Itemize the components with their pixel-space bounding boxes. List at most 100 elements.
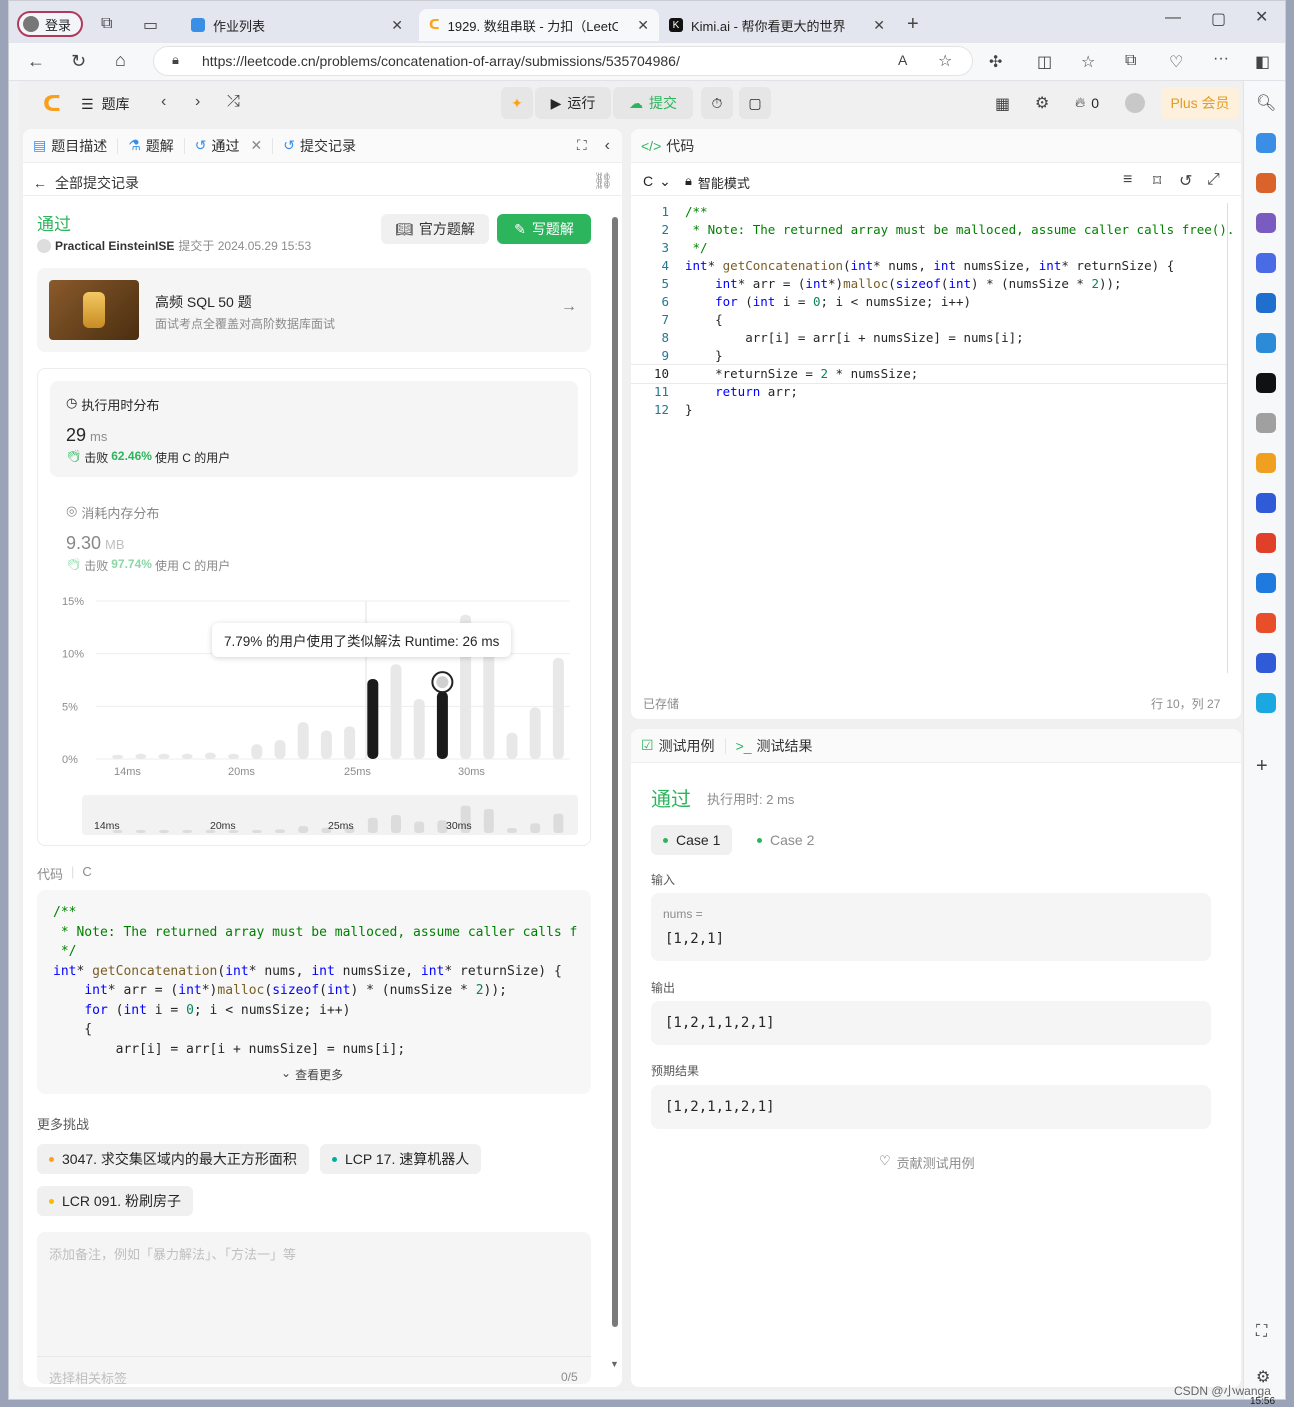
settings-gear-icon[interactable]: ⚙ (1035, 93, 1049, 113)
tab-submissions[interactable]: ↺ 提交记录 (273, 137, 366, 154)
layout-icon[interactable]: ▦ (995, 94, 1010, 114)
line-code: arr[i] = arr[i + numsSize] = nums[i]; (685, 330, 1024, 345)
baidu-paw-icon[interactable] (1256, 653, 1276, 673)
runtime-card[interactable]: ◷ 执行用时分布 29 ms 👏︎ 击败 62.46% 使用 C 的用户 (50, 381, 578, 477)
sql-promo-card[interactable]: 高频 SQL 50 题 面试考点全覆盖对高阶数据库面试 → (37, 268, 591, 352)
tag-selector[interactable]: 选择相关标签 (49, 1368, 127, 1386)
leetcode-logo-icon[interactable]: ᑕ (43, 91, 61, 117)
close-icon[interactable]: ✕ (391, 17, 403, 34)
challenge-chip[interactable]: 3047. 求交集区域内的最大正方形面积 (37, 1144, 309, 1174)
tab-test-result[interactable]: >_ 测试结果 (726, 738, 823, 754)
search-icon[interactable]: 🔍︎ (1256, 93, 1276, 113)
bird-icon[interactable] (1256, 413, 1276, 433)
fullscreen-icon[interactable]: ⛶ (577, 137, 587, 154)
submit-button[interactable]: ☁ 提交 (613, 87, 693, 119)
close-window-icon[interactable]: ✕ (1255, 7, 1268, 27)
tab-solutions[interactable]: ⚗ 题解 (118, 137, 185, 154)
close-icon[interactable]: ✕ (873, 17, 885, 34)
next-problem-icon[interactable]: › (195, 93, 200, 111)
screenshot-icon[interactable]: ⛶ (1256, 1323, 1267, 1341)
outlook-icon[interactable] (1256, 293, 1276, 313)
tab-leetcode[interactable]: ᑕ 1929. 数组串联 - 力扣（LeetCode） ✕ (419, 9, 659, 41)
game-icon[interactable] (1256, 453, 1276, 473)
random-problem-icon[interactable]: ⤮ (227, 93, 240, 111)
health-icon[interactable]: ♡ (1169, 52, 1183, 72)
weibo-icon[interactable] (1256, 533, 1276, 553)
csdn-icon[interactable] (1256, 613, 1276, 633)
zhihu-icon[interactable] (1256, 573, 1276, 593)
user-avatar[interactable] (1125, 93, 1145, 113)
bilibili-icon[interactable] (1256, 693, 1276, 713)
more-icon[interactable]: ··· (1213, 50, 1229, 68)
toolbox-icon[interactable] (1256, 173, 1276, 193)
official-solution-button[interactable]: 📖︎ 官方题解 (381, 214, 489, 244)
url-input[interactable]: 🔒︎ https://leetcode.cn/problems/concaten… (153, 46, 973, 76)
baidu-icon[interactable] (1256, 493, 1276, 513)
taskbar-clock: 15:56 (1250, 1396, 1276, 1407)
copilot-icon[interactable] (1256, 253, 1276, 273)
favorites-icon[interactable]: ☆ (1081, 52, 1095, 72)
minimize-icon[interactable]: — (1165, 9, 1181, 27)
login-button[interactable]: 登录 (17, 11, 83, 37)
people-icon[interactable] (1256, 213, 1276, 233)
back-to-submissions[interactable]: ← 全部提交记录 (33, 173, 139, 193)
favorite-star-icon[interactable]: ☆ (938, 51, 952, 71)
tab-accepted[interactable]: ↺ 通过 ✕ (185, 137, 274, 154)
case-1-tab[interactable]: Case 1 (651, 825, 733, 855)
distribution-bar (297, 722, 309, 759)
new-tab-icon[interactable]: + (907, 13, 919, 36)
case-2-tab[interactable]: Case 2 (745, 825, 826, 855)
sidebar-toggle-icon[interactable]: ◧ (1255, 52, 1270, 72)
reset-icon[interactable]: ↺ (1179, 171, 1192, 191)
tab-actions-icon[interactable]: ▭ (143, 15, 158, 35)
back-icon[interactable]: ← (27, 51, 45, 72)
bookmark-icon[interactable]: ⌑ (1153, 171, 1161, 191)
workspaces-icon[interactable]: ⧉ (101, 15, 112, 33)
maximize-icon[interactable]: ▢ (1211, 9, 1226, 29)
tab-homework[interactable]: 作业列表 ✕ (181, 9, 413, 41)
memory-card[interactable]: ◎ 消耗内存分布 9.30 MB 👏︎ 击败 97.74% 使用 C 的用户 (50, 489, 578, 579)
notes-button[interactable]: ▢ (739, 87, 771, 119)
read-aloud-icon[interactable]: A (898, 52, 907, 68)
refresh-icon[interactable]: ↻ (71, 51, 86, 72)
submitted-code-block[interactable]: /** * Note: The returned array must be m… (37, 890, 591, 1094)
problem-bank-button[interactable]: ☰ 题库 (81, 94, 130, 114)
code-editor[interactable]: 1 /** 2 * Note: The returned array must be… (631, 203, 1234, 683)
see-more-button[interactable]: ⌄ 查看更多 (281, 1066, 343, 1083)
tab-code[interactable]: </> 代码 (631, 138, 704, 154)
tab-description[interactable]: ▤ 题目描述 (23, 137, 119, 154)
debug-button[interactable]: ✦ (501, 87, 533, 119)
challenge-chip[interactable]: LCP 17. 速算机器人 (320, 1144, 482, 1174)
streak-counter[interactable]: 🔥︎ 0 (1075, 94, 1099, 111)
collections-icon[interactable]: ⧉ (1125, 52, 1136, 70)
contribute-testcase-button[interactable]: ♡ 贡献测试用例 (879, 1153, 975, 1172)
challenge-chip[interactable]: LCR 091. 粉刷房子 (37, 1186, 194, 1216)
run-button[interactable]: ▶ 运行 (535, 87, 611, 119)
send-icon[interactable] (1256, 333, 1276, 353)
language-select[interactable]: C ⌄ (643, 173, 671, 190)
collapse-icon[interactable]: ‹ (605, 137, 610, 155)
tiktok-icon[interactable] (1256, 373, 1276, 393)
tab-testcases[interactable]: ☑ 测试用例 (631, 737, 726, 754)
editor-scrollbar[interactable] (1227, 203, 1228, 673)
split-screen-icon[interactable]: ◫ (1037, 52, 1052, 72)
format-icon[interactable]: ≡ (1123, 171, 1132, 189)
smart-mode-toggle[interactable]: 🔒︎ 智能模式 (685, 173, 750, 192)
prev-problem-icon[interactable]: ‹ (161, 93, 166, 111)
left-scrollbar[interactable] (612, 217, 618, 1327)
scroll-down-icon[interactable]: ▼ (610, 1359, 619, 1369)
link-icon[interactable]: ⛓ (593, 171, 613, 191)
close-icon[interactable]: ✕ (251, 137, 263, 154)
close-icon[interactable]: ✕ (637, 17, 649, 34)
home-icon[interactable]: ⌂ (115, 50, 126, 71)
shopping-tag-icon[interactable] (1256, 133, 1276, 153)
expand-icon[interactable]: ⤢ (1207, 171, 1220, 189)
add-icon[interactable]: + (1256, 755, 1268, 778)
tab-kimi[interactable]: K Kimi.ai - 帮你看更大的世界 ✕ (659, 9, 895, 41)
write-solution-button[interactable]: ✎ 写题解 (497, 214, 591, 244)
plus-member-button[interactable]: Plus 会员 (1161, 87, 1239, 119)
line-number: 8 (661, 330, 669, 345)
extensions-icon[interactable]: ✣ (989, 52, 1002, 72)
note-textarea[interactable]: 添加备注，例如「暴力解法」、「方法一」等 选择相关标签 0/5 (37, 1232, 591, 1386)
timer-button[interactable]: ⏱ (701, 87, 733, 119)
